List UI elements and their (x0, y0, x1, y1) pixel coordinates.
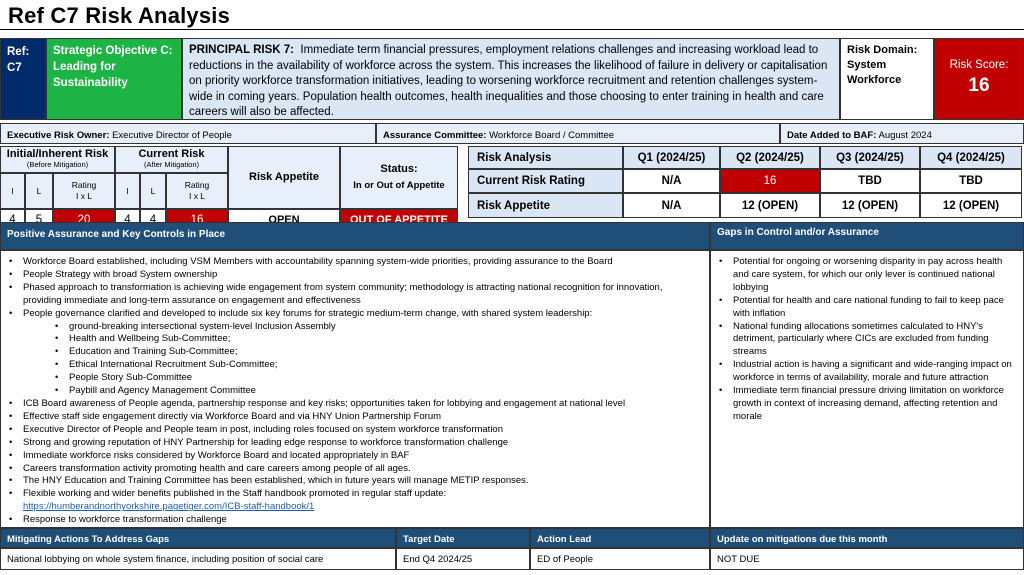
assurance-item: Immediate workforce risks considered by … (7, 450, 703, 463)
governance-subitem: Health and Wellbeing Sub-Committee; (7, 333, 703, 346)
current-risk-rating-q2: 16 (720, 169, 820, 193)
status-sublabel: In or Out of Appetite (353, 180, 445, 191)
assurance-header: Positive Assurance and Key Controls in P… (0, 222, 710, 250)
gaps-list: Potential for ongoing or worsening dispa… (711, 251, 1023, 424)
current-risk-rating-label: Current Risk Rating (468, 169, 623, 193)
assurance-item: Workforce Board established, including V… (7, 256, 703, 269)
assurance-committee: Assurance Committee: Workforce Board / C… (376, 123, 780, 144)
risk-score-label: Risk Score: (949, 59, 1009, 71)
ref-box: Ref: C7 (0, 38, 46, 120)
assurance-item: Strong and growing reputation of HNY Par… (7, 437, 703, 450)
ref-value: C7 (7, 62, 22, 74)
initial-rating-sub: I x L (75, 191, 93, 201)
assurance-item: ICB Board awareness of People agenda, pa… (7, 398, 703, 411)
governance-subitem: People Story Sub-Committee (7, 372, 703, 385)
assurance-item: Executive Director of People and People … (7, 424, 703, 437)
gaps-panel: Potential for ongoing or worsening dispa… (710, 250, 1024, 528)
update-header: Update on mitigations due this month (710, 528, 1024, 548)
current-l-header: L (140, 173, 166, 209)
governance-subitem: Ethical International Recruitment Sub-Co… (7, 359, 703, 372)
assurance-item: Effective staff side engagement directly… (7, 411, 703, 424)
mitigating-actions-header: Mitigating Actions To Address Gaps (0, 528, 396, 548)
risk-appetite-row-label: Risk Appetite (468, 193, 623, 218)
initial-rating-label: Rating (71, 180, 97, 190)
gap-item: Potential for ongoing or worsening dispa… (717, 256, 1015, 295)
risk-appetite-q1: N/A (623, 193, 720, 218)
target-date-value: End Q4 2024/25 (396, 548, 530, 570)
principal-risk: PRINCIPAL RISK 7: Immediate term financi… (182, 38, 840, 120)
governance-subitem: Paybill and Agency Management Committee (7, 385, 703, 398)
risk-score: Risk Score: 16 (934, 38, 1024, 120)
initial-rating-header: Rating I x L (53, 173, 115, 209)
risk-domain: Risk Domain: System Workforce (840, 38, 934, 120)
assurance-item: Careers transformation activity promotin… (7, 463, 703, 476)
quarter-q4-header: Q4 (2024/25) (920, 146, 1022, 169)
governance-subitem: Education and Training Sub-Committee; (7, 346, 703, 359)
mitigating-action-value: National lobbying on whole system financ… (0, 548, 396, 570)
initial-risk-subtitle: (Before Mitigation) (26, 160, 89, 169)
gap-item: Potential for health and care national f… (717, 295, 1015, 321)
initial-i-header: I (0, 173, 25, 209)
current-rating-sub: I x L (188, 191, 206, 201)
current-rating-header: Rating I x L (166, 173, 228, 209)
assurance-committee-value: Workforce Board / Committee (489, 130, 615, 141)
date-added-label: Date Added to BAF: (787, 130, 877, 141)
initial-risk-title: Initial/Inherent Risk (6, 148, 109, 160)
assurance-item: Response to workforce transformation cha… (7, 514, 703, 527)
current-risk-title: Current Risk (138, 148, 205, 160)
current-risk-subtitle: (After Mitigation) (143, 160, 200, 169)
initial-risk-header: Initial/Inherent Risk (Before Mitigation… (0, 146, 115, 173)
risk-owner-value: Executive Director of People (112, 130, 232, 141)
gaps-header: Gaps in Control and/or Assurance (710, 222, 1024, 250)
assurance-committee-label: Assurance Committee: (383, 130, 487, 141)
risk-appetite-q3: 12 (OPEN) (820, 193, 920, 218)
update-value: NOT DUE (710, 548, 1024, 570)
quarter-q2-header: Q2 (2024/25) (720, 146, 820, 169)
gap-item: National funding allocations sometimes c… (717, 321, 1015, 360)
risk-appetite-q2: 12 (OPEN) (720, 193, 820, 218)
risk-owner: Executive Risk Owner: Executive Director… (0, 123, 376, 144)
assurance-list: Workforce Board established, including V… (1, 251, 709, 527)
strategic-objective: Strategic Objective C: Leading for Susta… (46, 38, 182, 120)
target-date-header: Target Date (396, 528, 530, 548)
page-title: Ref C7 Risk Analysis (8, 3, 231, 28)
assurance-item: Phased approach to transformation is ach… (7, 282, 703, 308)
title-divider (0, 29, 1024, 30)
risk-domain-value: System Workforce (847, 59, 902, 86)
risk-domain-label: Risk Domain: (847, 44, 918, 56)
risk-score-value: 16 (968, 75, 990, 96)
current-risk-rating-q1: N/A (623, 169, 720, 193)
initial-l-header: L (25, 173, 53, 209)
action-lead-value: ED of People (530, 548, 710, 570)
assurance-panel: Workforce Board established, including V… (0, 250, 710, 528)
flexible-working-text: Flexible working and wider benefits publ… (23, 488, 447, 500)
current-risk-rating-q4: TBD (920, 169, 1022, 193)
date-added: Date Added to BAF: August 2024 (780, 123, 1024, 144)
gap-item: Immediate term financial pressure drivin… (717, 385, 1015, 424)
governance-subitem: ground-breaking intersectional system-le… (7, 321, 703, 334)
current-rating-label: Rating (184, 180, 210, 190)
assurance-item-flexible-working: Flexible working and wider benefits publ… (7, 488, 703, 514)
quarter-q3-header: Q3 (2024/25) (820, 146, 920, 169)
risk-owner-label: Executive Risk Owner: (7, 130, 110, 141)
current-risk-rating-q3: TBD (820, 169, 920, 193)
current-i-header: I (115, 173, 140, 209)
assurance-item: People Strategy with broad System owners… (7, 269, 703, 282)
ref-label: Ref: (7, 46, 30, 58)
risk-appetite-header: Risk Appetite (228, 146, 340, 209)
quarter-q1-header: Q1 (2024/25) (623, 146, 720, 169)
date-added-value: August 2024 (878, 130, 932, 141)
gap-item: Industrial action is having a significan… (717, 359, 1015, 385)
risk-appetite-q4: 12 (OPEN) (920, 193, 1022, 218)
principal-risk-label: PRINCIPAL RISK 7: (189, 44, 295, 56)
assurance-item: The HNY Education and Training Committee… (7, 475, 703, 488)
risk-analysis-header: Risk Analysis (468, 146, 623, 169)
assurance-item: People governance clarified and develope… (7, 308, 703, 321)
status-label: Status: (380, 163, 418, 175)
status-header: Status: In or Out of Appetite (340, 146, 458, 209)
current-risk-header: Current Risk (After Mitigation) (115, 146, 228, 173)
action-lead-header: Action Lead (530, 528, 710, 548)
staff-handbook-link[interactable]: https://humberandnorthyorkshire.pagetige… (23, 501, 314, 512)
